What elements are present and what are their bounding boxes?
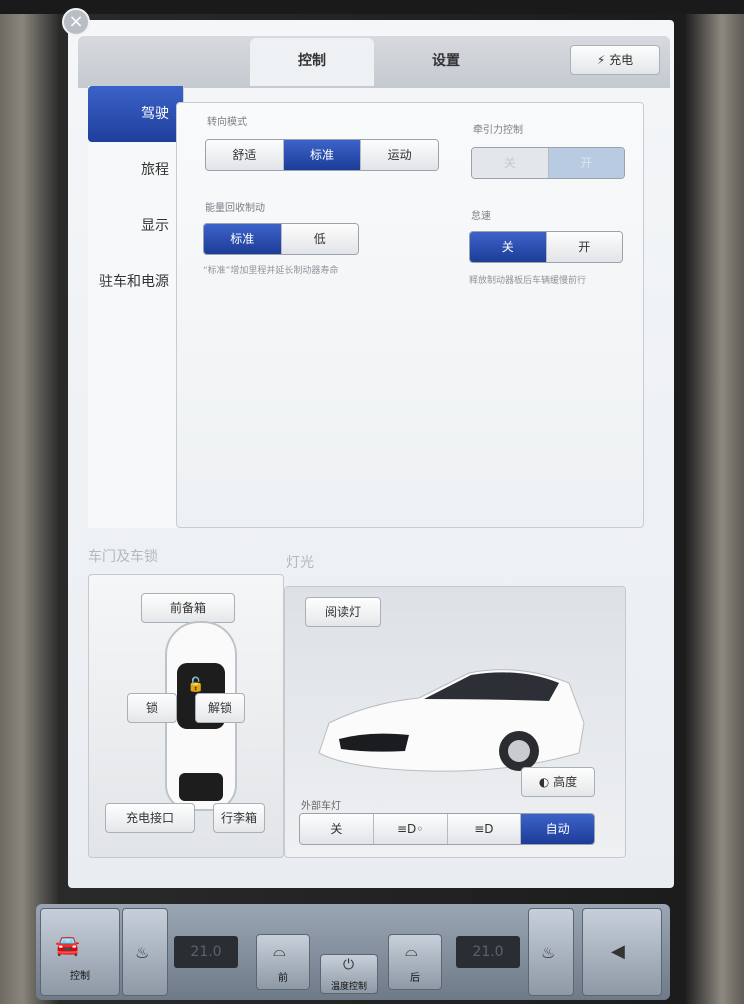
regen-option-standard[interactable]: 标准 bbox=[204, 224, 282, 254]
tab-settings[interactable]: 设置 bbox=[388, 38, 504, 86]
height-button[interactable]: ◐ 高度 bbox=[521, 767, 595, 797]
creep-selector: 关 开 bbox=[469, 231, 623, 263]
car-icon: 🚘 bbox=[55, 933, 80, 957]
rear-defrost-button[interactable]: ⌓ 后 bbox=[388, 934, 442, 990]
charge-button-label: 充电 bbox=[609, 53, 634, 67]
climate-control-label: 温度控制 bbox=[330, 982, 367, 992]
plug-icon: ⚡ bbox=[596, 53, 606, 67]
steering-mode-label: 转向模式 bbox=[207, 117, 247, 128]
exterior-option-off[interactable]: 关 bbox=[300, 814, 374, 844]
power-icon: ⏻ bbox=[343, 957, 355, 973]
frunk-button[interactable]: 前备箱 bbox=[141, 593, 235, 623]
right-temperature-display[interactable]: 21.0 bbox=[456, 936, 520, 968]
rear-defrost-icon: ⌓ bbox=[405, 941, 418, 960]
control-dock-label: 控制 bbox=[70, 971, 90, 982]
rear-defrost-label: 后 bbox=[410, 973, 420, 984]
regen-braking-label: 能量回收制动 bbox=[205, 203, 265, 214]
bezel-top bbox=[0, 0, 744, 14]
headlight-icon: ◐ bbox=[538, 775, 550, 789]
climate-control-button[interactable]: ⏻ 温度控制 bbox=[320, 954, 378, 994]
seat-heater-icon: ♨ bbox=[135, 943, 150, 962]
left-seat-heater-button[interactable]: ♨ bbox=[122, 908, 168, 996]
creep-option-on[interactable]: 开 bbox=[546, 232, 622, 262]
lights-panel: 阅读灯 ◐ 高度 外部车灯 关 ≡D◦ ≡D 自动 bbox=[284, 586, 626, 858]
sidebar-item-driving[interactable]: 驾驶 bbox=[88, 86, 183, 142]
height-button-label: 高度 bbox=[553, 775, 578, 789]
traction-control-label: 牵引力控制 bbox=[473, 125, 523, 136]
traction-control-selector: 关 开 bbox=[471, 147, 625, 179]
driving-settings-panel: 转向模式 舒适 标准 运动 能量回收制动 标准 低 “标准”增加里程并延长制动器… bbox=[176, 102, 644, 528]
exterior-lights-label: 外部车灯 bbox=[301, 801, 341, 812]
trunk-button[interactable]: 行李箱 bbox=[213, 803, 265, 833]
exterior-option-on[interactable]: ≡D bbox=[447, 814, 522, 844]
regen-option-low[interactable]: 低 bbox=[281, 224, 358, 254]
traction-option-off[interactable]: 关 bbox=[472, 148, 549, 178]
control-dock-button[interactable]: 🚘 控制 bbox=[40, 908, 120, 996]
seat-heater-icon: ♨ bbox=[541, 943, 556, 962]
lock-button[interactable]: 锁 bbox=[127, 693, 177, 723]
traction-option-on[interactable]: 开 bbox=[548, 148, 624, 178]
charge-button[interactable]: ⚡ 充电 bbox=[570, 45, 660, 75]
exterior-option-auto[interactable]: 自动 bbox=[521, 814, 594, 844]
sidebar-item-trip[interactable]: 旅程 bbox=[88, 142, 183, 198]
volume-button[interactable]: ◀ bbox=[582, 908, 662, 996]
bottom-dock: 🚘 控制 ♨ 21.0 ⌓ 前 ⏻ 温度控制 ⌓ 后 21.0 ♨ ◀ bbox=[36, 904, 670, 1000]
touchscreen: 控制 设置 ⚡ 充电 驾驶 旅程 显示 驻车和电源 转向模式 舒适 标准 运动 … bbox=[68, 20, 674, 888]
car-front-image bbox=[318, 669, 585, 772]
steering-option-sport[interactable]: 运动 bbox=[361, 140, 438, 170]
steering-mode-selector: 舒适 标准 运动 bbox=[205, 139, 439, 171]
exterior-option-parking[interactable]: ≡D◦ bbox=[373, 814, 448, 844]
sidebar: 驾驶 旅程 显示 驻车和电源 bbox=[88, 86, 184, 528]
doors-section-title: 车门及车锁 bbox=[88, 549, 158, 565]
reading-light-button[interactable]: 阅读灯 bbox=[305, 597, 381, 627]
sidebar-item-display[interactable]: 显示 bbox=[88, 198, 183, 254]
car-rear-window bbox=[179, 773, 223, 801]
left-temperature-display[interactable]: 21.0 bbox=[174, 936, 238, 968]
front-defrost-icon: ⌓ bbox=[273, 941, 286, 960]
sidebar-item-parking-power[interactable]: 驻车和电源 bbox=[88, 254, 183, 310]
front-defrost-label: 前 bbox=[278, 973, 288, 984]
creep-label: 怠速 bbox=[471, 211, 491, 222]
speaker-icon: ◀ bbox=[611, 941, 625, 962]
charge-port-button[interactable]: 充电接口 bbox=[105, 803, 195, 833]
creep-hint: 释放制动器板后车辆缓慢前行 bbox=[469, 276, 587, 286]
steering-option-standard[interactable]: 标准 bbox=[283, 140, 362, 170]
doors-panel: 前备箱 🔓 锁 解锁 充电接口 行李箱 bbox=[88, 574, 284, 858]
close-icon[interactable]: × bbox=[62, 8, 90, 36]
tab-bar: 控制 设置 ⚡ 充电 bbox=[78, 36, 670, 88]
unlock-button[interactable]: 解锁 bbox=[195, 693, 245, 723]
tab-control[interactable]: 控制 bbox=[250, 38, 374, 86]
front-defrost-button[interactable]: ⌓ 前 bbox=[256, 934, 310, 990]
lights-section-title: 灯光 bbox=[286, 555, 314, 571]
regen-braking-selector: 标准 低 bbox=[203, 223, 359, 255]
right-seat-heater-button[interactable]: ♨ bbox=[528, 908, 574, 996]
creep-option-off[interactable]: 关 bbox=[470, 232, 547, 262]
steering-option-comfort[interactable]: 舒适 bbox=[206, 140, 284, 170]
regen-hint: “标准”增加里程并延长制动器寿命 bbox=[203, 266, 339, 276]
exterior-lights-selector: 关 ≡D◦ ≡D 自动 bbox=[299, 813, 595, 845]
